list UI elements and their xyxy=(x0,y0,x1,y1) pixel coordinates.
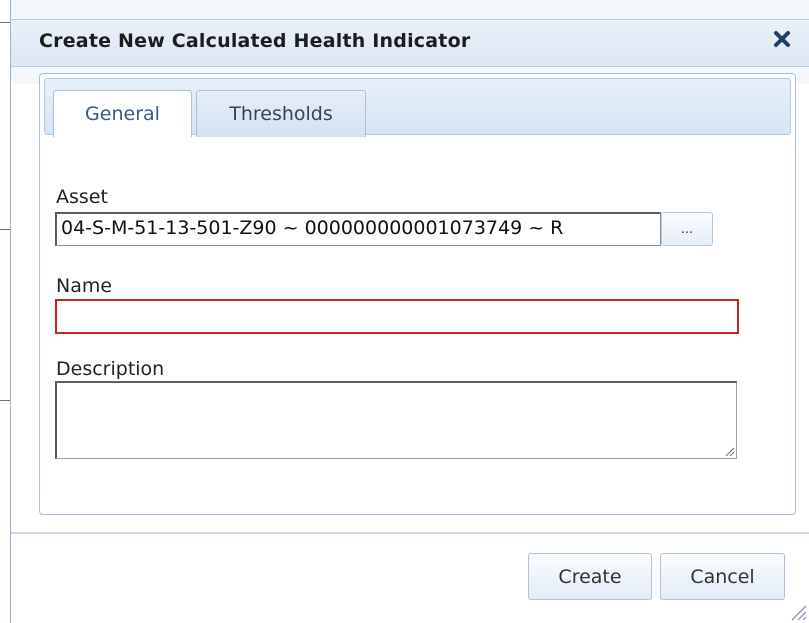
asset-browse-button[interactable]: ... xyxy=(661,212,713,246)
tab-thresholds-label: Thresholds xyxy=(229,103,333,125)
browse-ellipsis: ... xyxy=(680,221,694,237)
dialog-title: Create New Calculated Health Indicator xyxy=(39,30,471,52)
tab-general[interactable]: General xyxy=(53,90,192,137)
dialog-resize-grip-icon[interactable] xyxy=(787,601,807,621)
create-button-label: Create xyxy=(558,565,622,588)
footer-separator xyxy=(11,532,809,534)
create-button[interactable]: Create xyxy=(528,553,652,600)
tab-strip: General Thresholds xyxy=(44,78,791,137)
close-icon[interactable] xyxy=(769,26,795,52)
name-field[interactable] xyxy=(55,299,739,334)
description-field[interactable] xyxy=(55,381,737,459)
background-edge-line xyxy=(0,22,10,23)
tab-general-label: General xyxy=(85,103,160,125)
cancel-button[interactable]: Cancel xyxy=(660,553,785,600)
asset-field[interactable]: 04-S-M-51-13-501-Z90 ~ 00000000000107374… xyxy=(55,212,661,246)
resize-grip-icon[interactable] xyxy=(723,445,735,457)
tab-thresholds[interactable]: Thresholds xyxy=(196,90,366,137)
background-edge-line xyxy=(0,229,10,230)
background-edge-line xyxy=(0,400,10,401)
cancel-button-label: Cancel xyxy=(690,565,755,588)
create-health-indicator-dialog: Create New Calculated Health Indicator G… xyxy=(10,0,809,623)
asset-label: Asset xyxy=(56,186,108,208)
description-label: Description xyxy=(56,358,165,380)
asset-value: 04-S-M-51-13-501-Z90 ~ 00000000000107374… xyxy=(61,217,564,239)
name-label: Name xyxy=(56,275,113,297)
